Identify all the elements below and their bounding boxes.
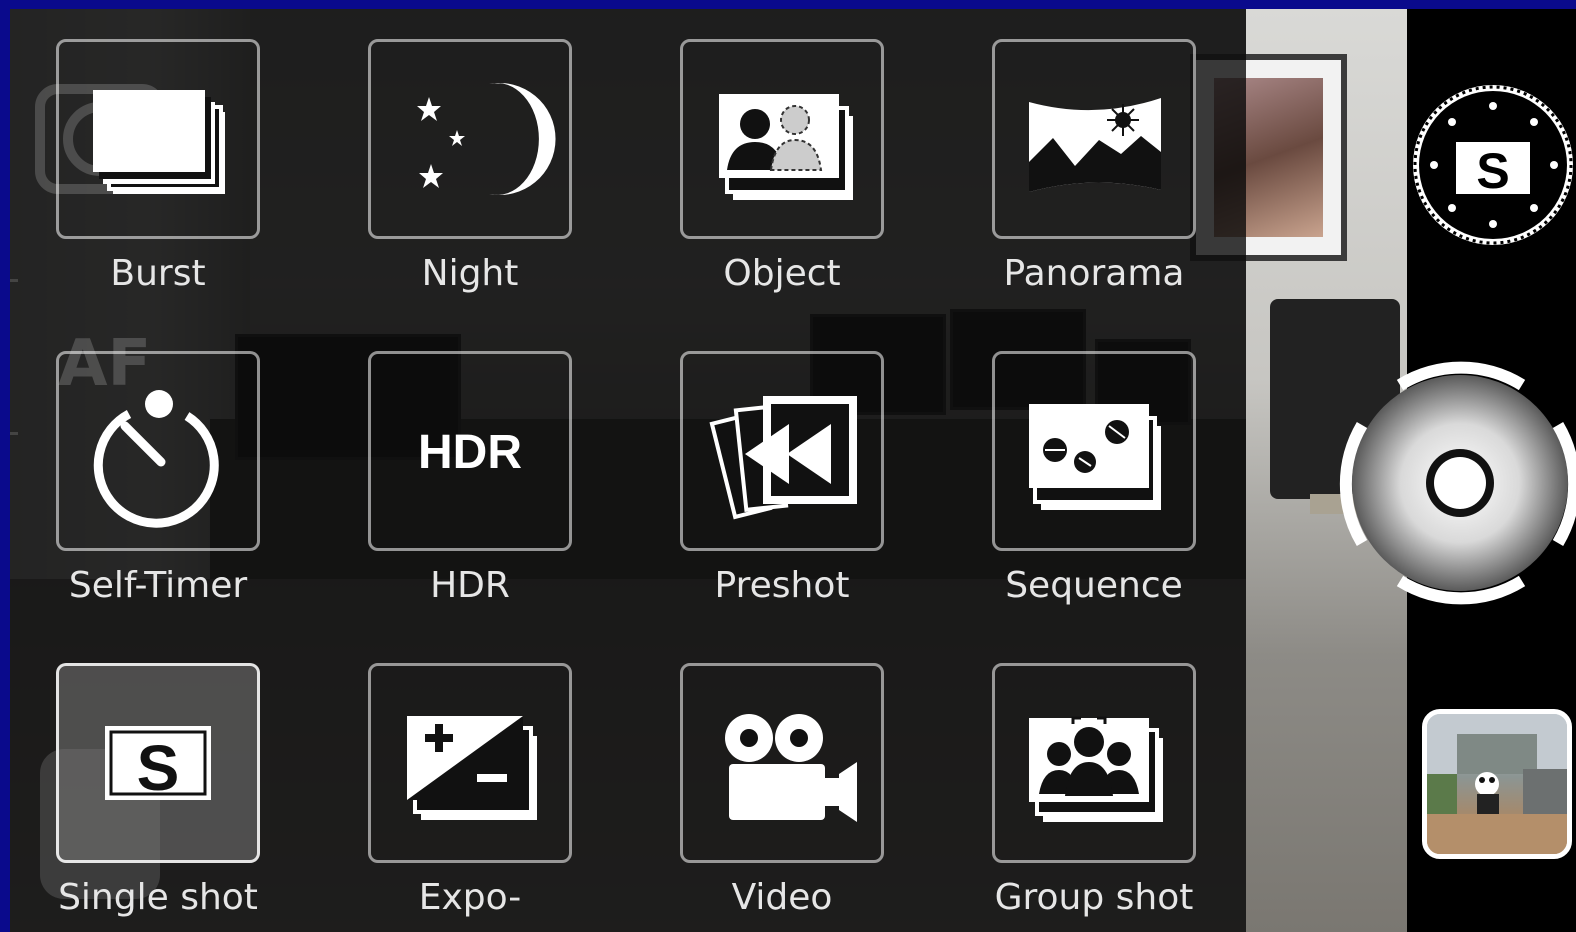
mode-video-button[interactable]: [680, 663, 884, 863]
shutter-button[interactable]: [1326, 355, 1576, 613]
hdr-icon-text: HDR: [418, 426, 522, 479]
gallery-thumbnail-button[interactable]: [1422, 709, 1572, 859]
hdr-icon: HDR: [418, 426, 522, 479]
mode-label-preshot: Preshot: [714, 565, 850, 606]
mode-label-video: Video: [731, 877, 833, 918]
mode-label-object: Object: [723, 253, 841, 294]
mode-panorama-button[interactable]: [992, 39, 1196, 239]
night-moon-stars-icon: [417, 83, 556, 195]
mode-object-button[interactable]: [680, 39, 884, 239]
mode-self-timer-button[interactable]: [56, 351, 260, 551]
mode-hdr-button[interactable]: HDR: [368, 351, 572, 551]
video-camera-icon: [725, 714, 857, 822]
mode-label-burst: Burst: [110, 253, 206, 294]
mode-label-hdr: HDR: [430, 565, 510, 606]
object-remove-icon: [719, 94, 853, 200]
preshot-icon: [709, 396, 857, 520]
mode-label-group-shot: Group shot: [994, 877, 1194, 918]
mode-burst-button[interactable]: [56, 39, 260, 239]
panorama-icon: [1029, 98, 1161, 192]
mode-dial-letter: S: [1476, 143, 1509, 199]
mode-label-panorama: Panorama: [1003, 253, 1185, 294]
ghost-bracket: [10, 279, 18, 435]
group-shot-icon: [1029, 716, 1163, 822]
mode-dial-button[interactable]: S: [1410, 82, 1576, 248]
sequence-icon: [1029, 404, 1161, 510]
single-shot-icon-text: S: [137, 732, 180, 804]
mode-night-button[interactable]: [368, 39, 572, 239]
exposure-bracketing-icon: [407, 716, 537, 820]
camera-screen: AF Burst Night Object Panorama Self-Time…: [10, 9, 1576, 932]
mode-label-self-timer: Self-Timer: [68, 565, 248, 606]
mode-preshot-button[interactable]: [680, 351, 884, 551]
mode-sequence-button[interactable]: [992, 351, 1196, 551]
burst-icon: [93, 90, 225, 194]
mode-label-sequence: Sequence: [1005, 565, 1183, 606]
mode-group-shot-button[interactable]: [992, 663, 1196, 863]
self-timer-icon: [93, 390, 219, 528]
mode-label-night: Night: [421, 253, 519, 294]
single-shot-icon: S: [105, 726, 211, 804]
mode-single-shot-button[interactable]: S: [56, 663, 260, 863]
mode-label-exposure: Expo-: [418, 877, 522, 918]
gallery-thumbnail-image: [1427, 714, 1567, 854]
mode-exposure-bracketing-button[interactable]: [368, 663, 572, 863]
mode-label-single-shot: Single shot: [58, 877, 258, 918]
